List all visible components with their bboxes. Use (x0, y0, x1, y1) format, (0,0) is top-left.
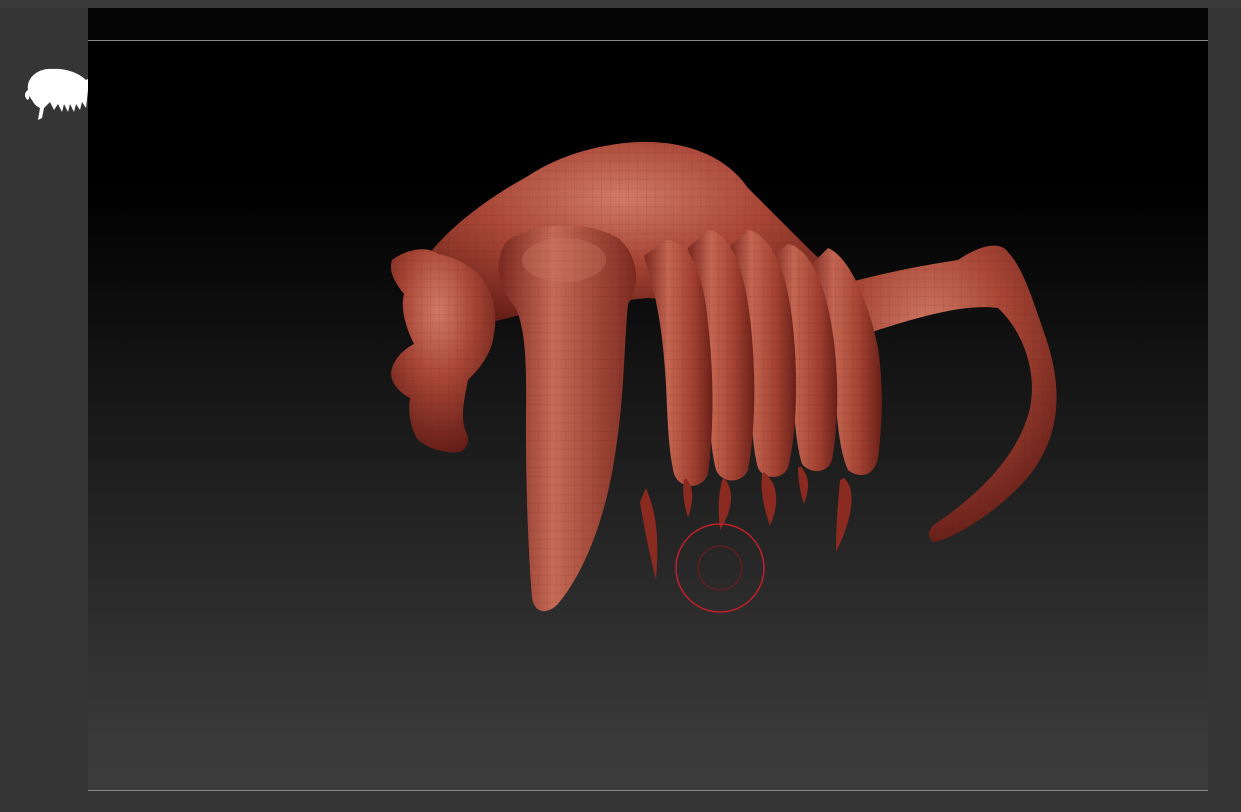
left-shelf (0, 8, 105, 812)
mesh-claw (640, 488, 658, 580)
app-window (0, 0, 1241, 812)
viewport-bottom-strip (88, 790, 1208, 812)
mesh-claw (761, 472, 777, 526)
right-shelf (1208, 8, 1241, 812)
3d-viewport[interactable] (88, 8, 1208, 812)
brush-cursor-icon (675, 523, 765, 613)
sculpt-mesh[interactable] (88, 8, 1208, 812)
mesh-claw (798, 466, 809, 504)
mesh-claw (836, 478, 852, 552)
